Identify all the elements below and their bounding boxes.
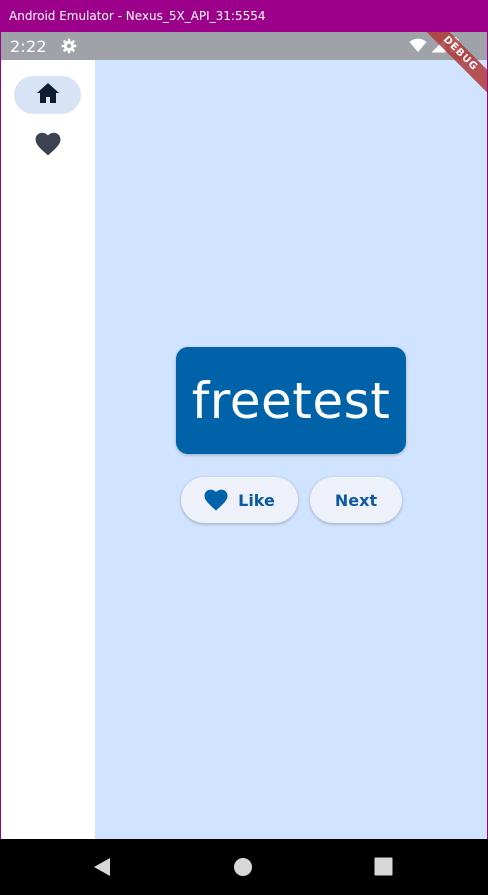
home-circle-icon[interactable] (233, 857, 253, 877)
next-button-label: Next (334, 490, 378, 510)
android-status-bar: 2:22 DEBUG (1, 32, 487, 99)
heart-icon (204, 489, 228, 511)
word-pair-text: freetest (191, 371, 391, 430)
wifi-icon (409, 38, 427, 57)
main-content: freetest Like Next (95, 32, 487, 839)
like-button-label: Like (238, 490, 275, 510)
emulator-window-titlebar: Android Emulator - Nexus_5X_API_31:5554 (0, 0, 488, 32)
android-navigation-bar (0, 839, 488, 895)
window-title: Android Emulator - Nexus_5X_API_31:5554 (9, 9, 266, 23)
word-pair-card: freetest (176, 347, 406, 454)
device-screen: freetest Like Next 2:22 DEBUG (1, 32, 487, 839)
next-button[interactable]: Next (310, 477, 402, 523)
back-icon[interactable] (93, 857, 111, 877)
nav-rail-item-favorites[interactable] (14, 127, 81, 165)
nav-rail-item-home[interactable] (14, 76, 81, 114)
recents-icon[interactable] (374, 857, 393, 876)
like-button[interactable]: Like (181, 477, 298, 523)
heart-icon (35, 132, 61, 161)
status-time: 2:22 (10, 36, 47, 56)
home-icon (36, 82, 60, 109)
settings-gear-icon (61, 38, 77, 54)
navigation-rail (1, 60, 95, 839)
